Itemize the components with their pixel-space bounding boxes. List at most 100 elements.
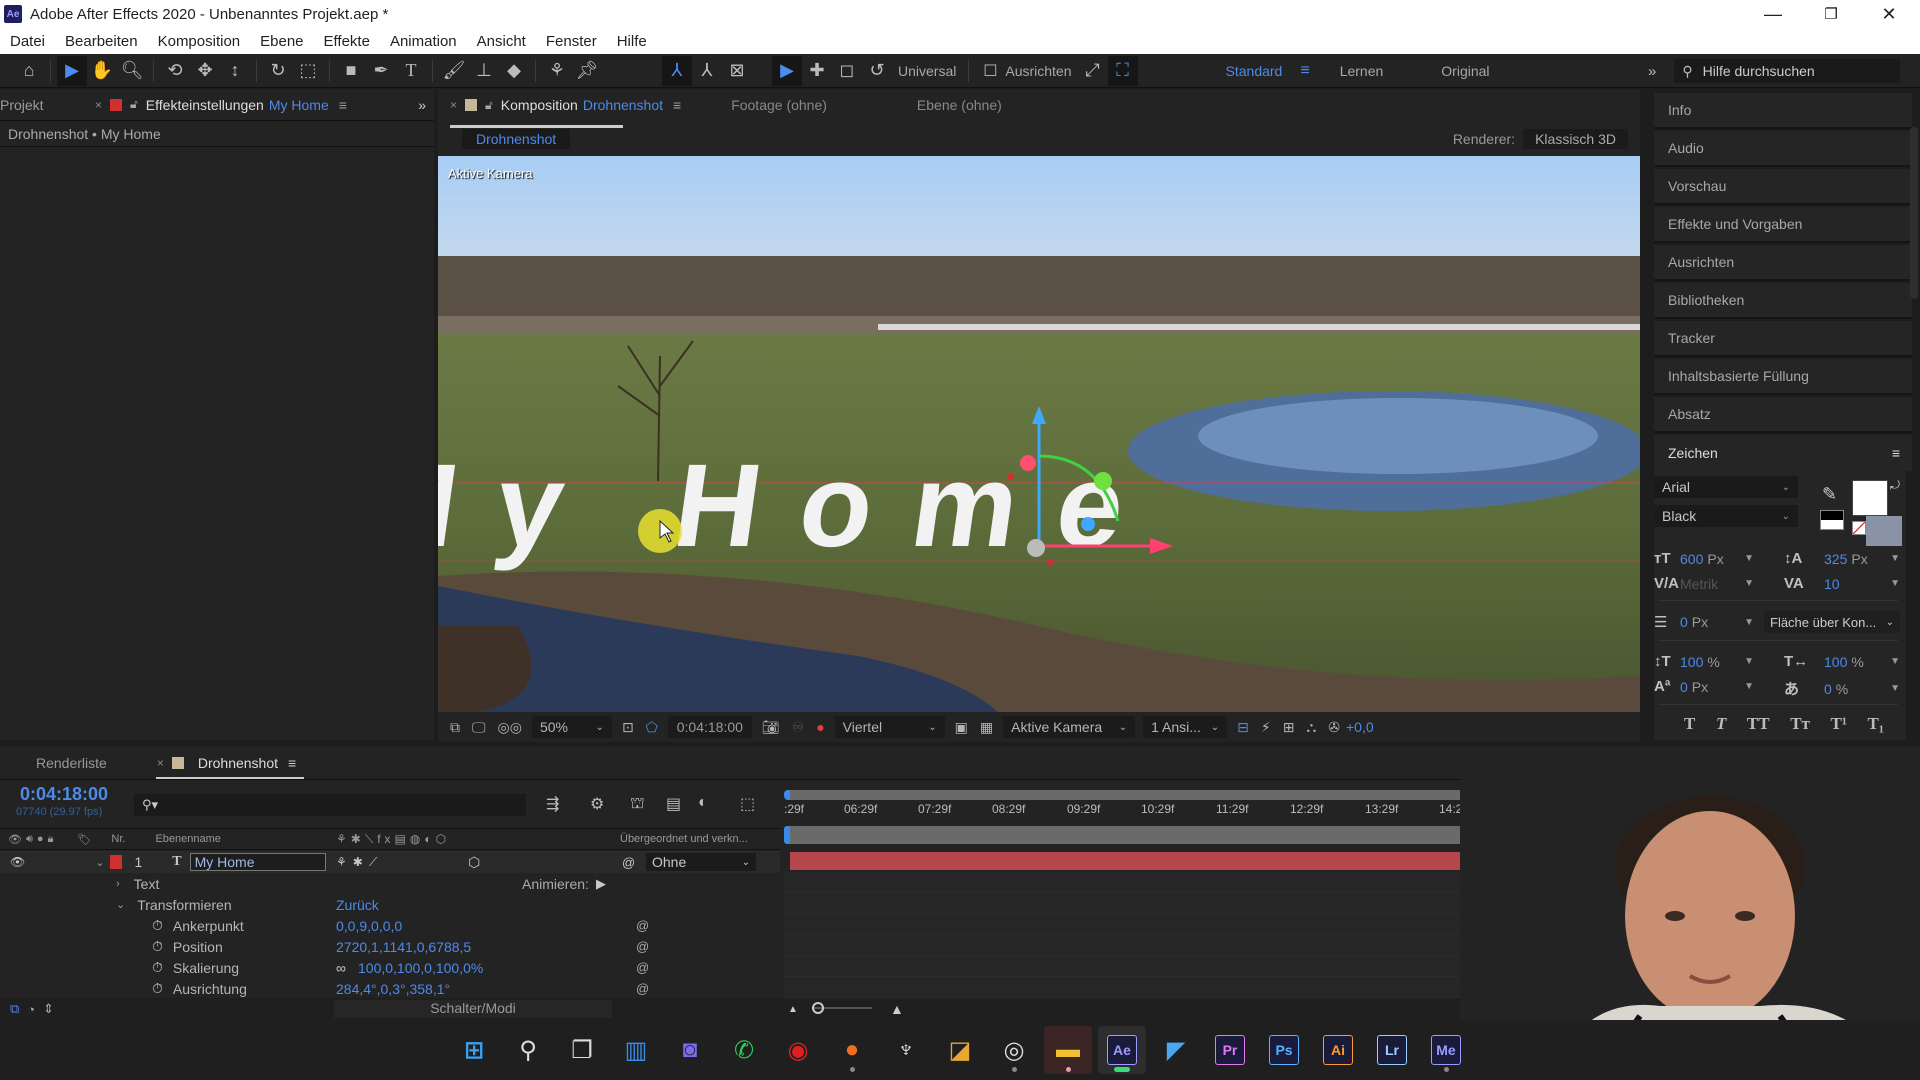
reset-link[interactable]: Zurück <box>336 897 379 913</box>
snap-extend-icon[interactable]: ⛶ <box>1107 55 1138 86</box>
flowchart-icon[interactable]: ⛬ <box>1300 719 1322 736</box>
minimize-button[interactable]: — <box>1744 0 1802 28</box>
close-tab-icon[interactable]: × <box>450 98 457 112</box>
video-toggle-icon[interactable]: 👁︎ <box>10 855 25 869</box>
fill-color-swatch[interactable] <box>1852 480 1888 516</box>
taskbar-lightroom[interactable]: Lr <box>1368 1026 1416 1074</box>
kerning-field[interactable]: V/A Metrik ▼ <box>1654 575 1754 592</box>
comp-chip[interactable]: Drohnenshot <box>462 129 571 149</box>
brush-tool-icon[interactable]: 🖌︎ <box>439 56 469 86</box>
toggle-transparency-icon[interactable]: ▦ <box>974 719 999 736</box>
swap-colors-icon[interactable]: ⤾ <box>1890 478 1900 493</box>
snap-icon[interactable]: ⤢ <box>1078 56 1108 86</box>
stopwatch-icon[interactable]: ⏱︎ <box>152 917 163 934</box>
stroke-width-field[interactable]: ☰ 0 Px ▼ <box>1654 613 1754 631</box>
taskbar-whatsapp[interactable]: ✆ <box>720 1026 768 1074</box>
zoom-tool-icon[interactable]: 🔍︎ <box>117 56 147 86</box>
taskbar-photoshop[interactable]: Ps <box>1260 1026 1308 1074</box>
anchor-point-value[interactable]: 0,0,9,0,0,0 <box>336 918 402 934</box>
rotate-tool-icon[interactable]: ↻ <box>263 56 293 86</box>
frame-blending-icon[interactable]: ▤ <box>666 794 681 814</box>
exposure-reset-icon[interactable]: ✇ <box>1322 719 1346 736</box>
stopwatch-icon[interactable]: ⏱︎ <box>152 959 163 976</box>
help-search-input[interactable]: ⚲ Hilfe durchsuchen <box>1674 59 1901 83</box>
axis-mode-label[interactable]: Universal <box>892 63 962 79</box>
hand-tool-icon[interactable]: ✋ <box>87 56 117 86</box>
taskbar-premiere[interactable]: Pr <box>1206 1026 1254 1074</box>
selection-tool-icon[interactable]: ▶ <box>57 55 87 86</box>
menu-ansicht[interactable]: Ansicht <box>467 33 536 50</box>
menu-komposition[interactable]: Komposition <box>148 33 251 50</box>
monitor-icon[interactable]: 🖵︎ <box>466 719 492 736</box>
switches-modes-toggle[interactable]: Schalter/Modi <box>334 1000 612 1018</box>
all-caps-button[interactable]: TT <box>1747 714 1770 734</box>
dropdown-arrow-icon[interactable]: ▼ <box>1890 683 1900 694</box>
menu-animation[interactable]: Animation <box>380 33 467 50</box>
panel-inhaltsbasierte-fuellung[interactable]: Inhaltsbasierte Füllung <box>1654 359 1912 395</box>
lock-toggle-icon[interactable]: 🔒︎ <box>48 833 54 846</box>
lock-icon[interactable]: 🔓︎ <box>485 98 493 113</box>
layer-search-input[interactable]: ⚲▾ <box>134 794 526 816</box>
taskbar-illustrator[interactable]: Ai <box>1314 1026 1362 1074</box>
roto-brush-tool-icon[interactable]: ⚘ <box>542 56 572 86</box>
taskbar-task-view[interactable]: ❐ <box>558 1026 606 1074</box>
home-icon[interactable]: ⌂ <box>14 56 44 86</box>
audio-toggle-icon[interactable]: 🔊︎ <box>26 833 33 846</box>
expression-spiral-icon[interactable]: @ <box>636 981 649 996</box>
taskbar-app-yellow[interactable]: ◪ <box>936 1026 984 1074</box>
dropdown-arrow-icon[interactable]: ▼ <box>1890 553 1900 564</box>
resolution-dropdown[interactable]: Viertel ⌄ <box>834 716 945 738</box>
dolly-camera-icon[interactable]: ↕ <box>220 56 250 86</box>
hide-shy-layers-icon[interactable]: ⛫ <box>630 794 645 814</box>
3d-move-icon[interactable]: ✚ <box>802 56 832 86</box>
zoom-in-icon[interactable]: ▲ <box>890 1001 904 1017</box>
panel-vorschau[interactable]: Vorschau <box>1654 169 1912 205</box>
subscript-button[interactable]: T₁ <box>1868 714 1884 734</box>
3d-select-icon[interactable]: ▶ <box>772 55 802 86</box>
parent-dropdown[interactable]: Ohne ⌄ <box>646 853 756 871</box>
leading-field[interactable]: ↕A 325 Px ▼ <box>1784 550 1900 567</box>
panel-overflow-icon[interactable]: » <box>418 97 426 113</box>
dropdown-arrow-icon[interactable]: ▼ <box>1744 617 1754 628</box>
expand-chevron-icon[interactable]: › <box>116 878 120 890</box>
eyedropper-icon[interactable]: ✎ <box>1822 484 1837 505</box>
align-checkbox[interactable]: ☐ <box>975 56 1005 86</box>
transform-group-row[interactable]: ⌄ Transformieren Zurück <box>0 894 780 915</box>
superscript-button[interactable]: T¹ <box>1831 714 1847 734</box>
menu-fenster[interactable]: Fenster <box>536 33 607 50</box>
timeline-icon[interactable]: ⊞ <box>1277 719 1301 736</box>
menu-effekte[interactable]: Effekte <box>314 33 380 50</box>
views-dropdown[interactable]: 1 Ansi... ⌄ <box>1143 716 1228 738</box>
pen-tool-icon[interactable]: ✒ <box>366 56 396 86</box>
local-axis-icon[interactable]: ⅄ <box>662 55 692 86</box>
no-color-swatch[interactable] <box>1852 521 1866 535</box>
layer-switches-pane-icon[interactable]: ⧉ <box>10 1001 19 1017</box>
zoom-slider-handle[interactable] <box>812 1002 824 1014</box>
eraser-tool-icon[interactable]: ◆ <box>499 56 529 86</box>
menu-bearbeiten[interactable]: Bearbeiten <box>55 33 148 50</box>
menu-ebene[interactable]: Ebene <box>250 33 313 50</box>
taskbar-firefox[interactable]: ● <box>828 1026 876 1074</box>
region-of-interest-icon[interactable]: ⊡ <box>616 719 640 736</box>
layer-label-color[interactable] <box>110 855 123 869</box>
tab-ebene[interactable]: Ebene (ohne) <box>917 97 1002 113</box>
expression-spiral-icon[interactable]: @ <box>636 939 649 954</box>
pick-whip-icon[interactable]: @ <box>622 855 635 870</box>
panel-bibliotheken[interactable]: Bibliotheken <box>1654 283 1912 319</box>
close-tab-icon[interactable]: × <box>95 98 102 112</box>
renderer-dropdown[interactable]: Klassisch 3D <box>1523 129 1628 149</box>
workspace-standard[interactable]: Standard <box>1208 63 1301 79</box>
world-axis-icon[interactable]: ⅄ <box>692 56 722 86</box>
stopwatch-icon[interactable]: ⏱︎ <box>152 938 163 955</box>
taskbar-app-cut[interactable]: ◤ <box>1152 1026 1200 1074</box>
tsume-field[interactable]: あ 0% ▼ <box>1784 678 1900 699</box>
tab-effekteinstellungen[interactable]: Effekteinstellungen <box>146 97 264 113</box>
baseline-shift-field[interactable]: Aª 0 Px ▼ <box>1654 678 1754 695</box>
scale-value[interactable]: 100,0,100,0,100,0% <box>358 960 483 976</box>
transparency-grid-icon[interactable]: ⬠ <box>640 719 664 736</box>
motion-blur-icon[interactable]: ◐ <box>698 794 708 812</box>
always-preview-icon[interactable]: ⧉ <box>444 719 466 736</box>
taskbar-obs[interactable]: ◎ <box>990 1026 1038 1074</box>
in-out-pane-icon[interactable]: ⇕ <box>43 1001 54 1017</box>
dropdown-arrow-icon[interactable]: ▼ <box>1744 656 1754 667</box>
